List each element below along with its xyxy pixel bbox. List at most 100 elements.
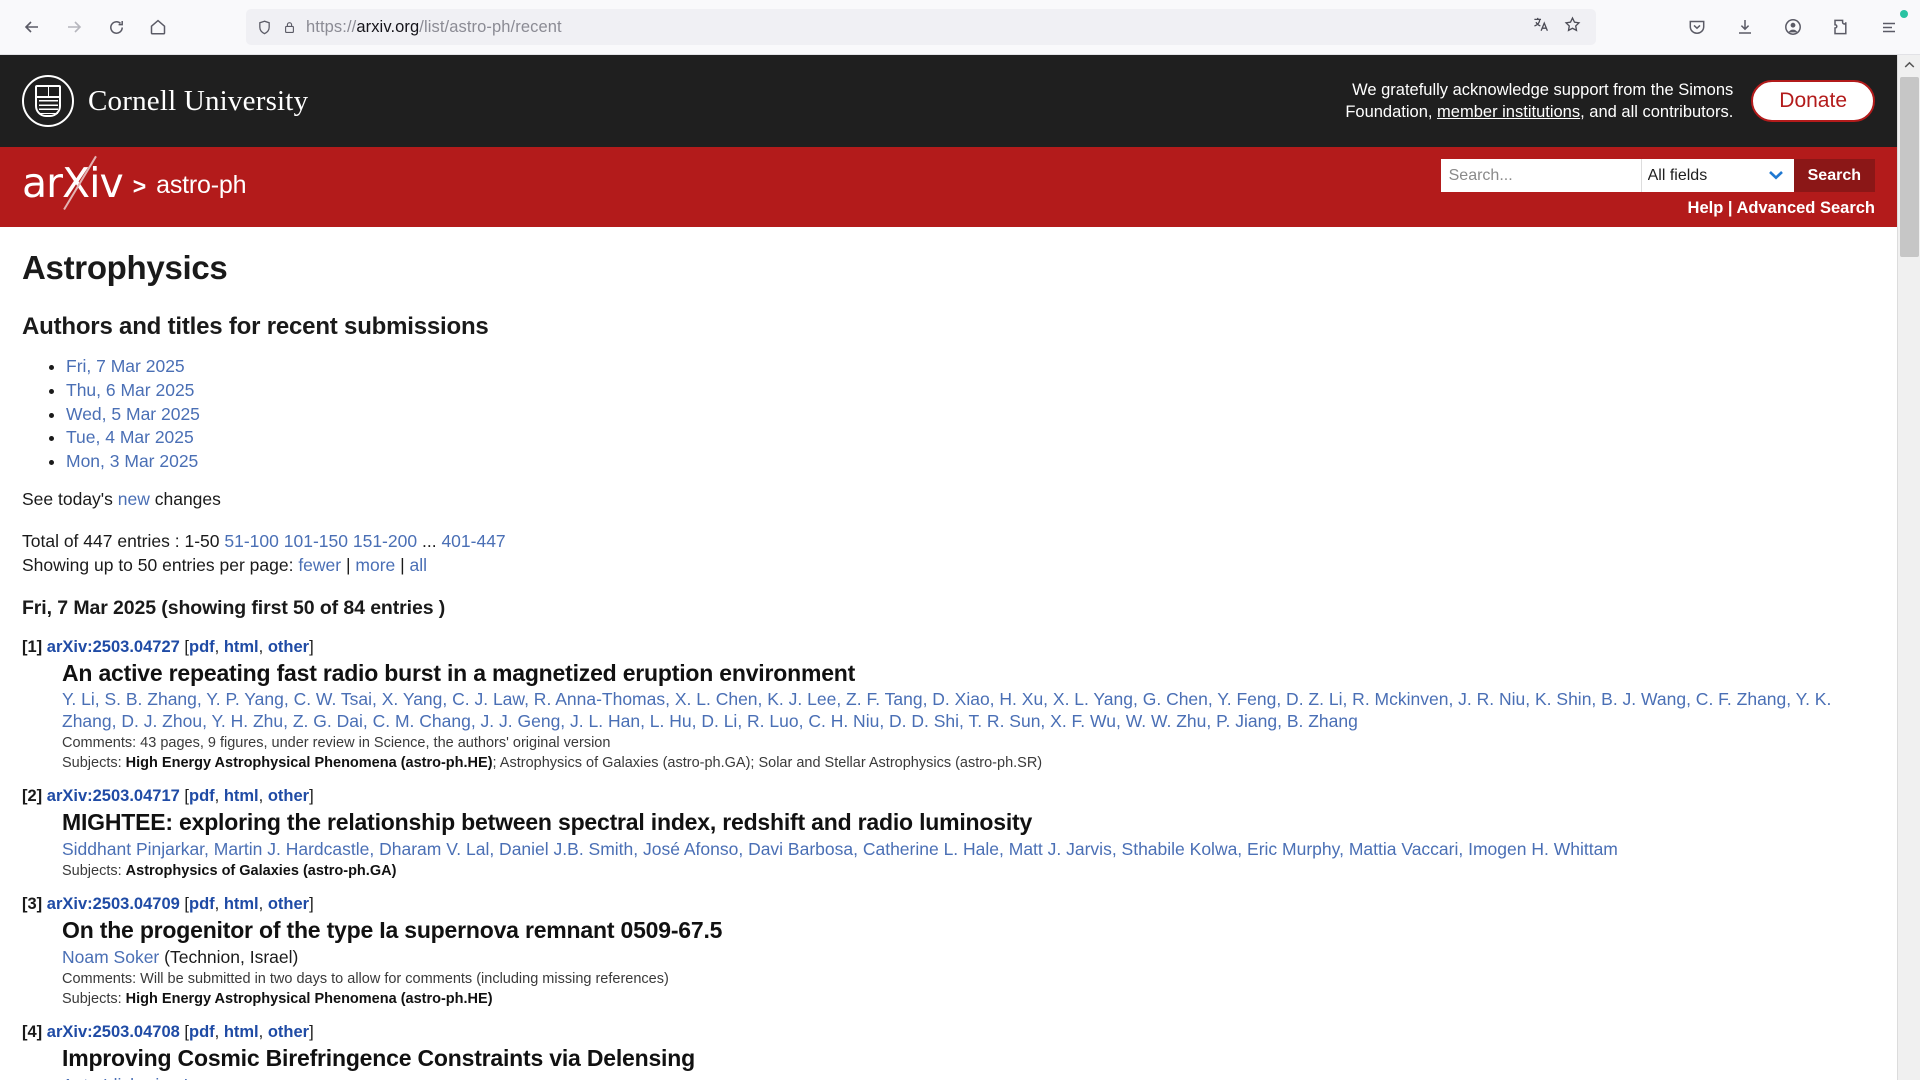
address-bar[interactable]: https://arxiv.org/list/astro-ph/recent [246,9,1596,45]
more-link[interactable]: more [355,555,395,575]
author-names[interactable]: Anto Idicherian Lonappan [62,1075,261,1080]
date-link[interactable]: Mon, 3 Mar 2025 [66,451,198,471]
entry-title[interactable]: MIGHTEE: exploring the relationship betw… [62,809,1875,837]
date-link[interactable]: Fri, 7 Mar 2025 [66,356,185,376]
entry-authors: Noam Soker (Technion, Israel) [62,947,1875,968]
scroll-up-arrow-icon[interactable] [1898,55,1920,75]
arxiv-id-link[interactable]: arXiv:2503.04727 [47,638,180,656]
list-item: Fri, 7 Mar 2025 [66,355,1875,379]
member-institutions-link[interactable]: member institutions [1437,103,1580,121]
download-icon[interactable] [1728,10,1762,44]
subjects-label: Subjects: [62,990,126,1007]
breadcrumb-separator: > [132,172,147,199]
other-link[interactable]: other [268,638,309,656]
pdf-link[interactable]: pdf [189,787,215,805]
range-link[interactable]: 151-200 [353,531,417,551]
list-item: [4] arXiv:2503.04708 [pdf, html, other] … [22,1023,1875,1080]
other-link[interactable]: other [268,787,309,805]
forward-arrow-icon[interactable] [56,9,92,45]
search-button[interactable]: Search [1793,159,1875,192]
range-link[interactable]: 51-100 [224,531,279,551]
search-field-select-wrapper: All fields [1640,159,1794,192]
new-changes-link[interactable]: new [118,489,150,509]
html-link[interactable]: html [224,1023,259,1041]
current-range: 1-50 [184,531,220,552]
arxiv-banner: arXiv > astro-ph All fields [0,147,1897,227]
entry-id-line: [2] arXiv:2503.04717 [pdf, html, other] [22,787,314,806]
primary-subject: High Energy Astrophysical Phenomena (ast… [125,755,493,772]
scrollbar-track[interactable] [1898,75,1920,1060]
secondary-subjects: ; Astrophysics of Galaxies (astro-ph.GA)… [492,755,1043,772]
date-link[interactable]: Wed, 5 Mar 2025 [66,404,200,424]
arxiv-id-link[interactable]: arXiv:2503.04709 [47,895,180,913]
translate-icon[interactable] [1532,15,1551,39]
arxiv-logo[interactable]: arXiv [22,155,124,211]
html-link[interactable]: html [224,638,259,656]
cornell-logo[interactable]: Cornell University [22,75,308,127]
see-new-changes-line: See today's new changes [22,488,1875,511]
breadcrumb-subject[interactable]: astro-ph [156,167,246,200]
range-link-last[interactable]: 401-447 [441,531,505,551]
help-link[interactable]: Help [1688,199,1724,217]
ack-suffix: , and all contributors. [1580,103,1734,121]
arxiv-brand: arXiv > astro-ph [22,147,246,211]
html-link[interactable]: html [224,895,259,913]
other-link[interactable]: other [268,1023,309,1041]
reload-icon[interactable] [98,9,134,45]
browser-toolbar: https://arxiv.org/list/astro-ph/recent [0,0,1920,55]
pdf-link[interactable]: pdf [189,895,215,913]
date-link[interactable]: Thu, 6 Mar 2025 [66,380,194,400]
perpage-prefix: Showing up to 50 entries per page: [22,554,299,575]
webpage: Cornell University We gratefully acknowl… [0,55,1897,1080]
list-item: [3] arXiv:2503.04709 [pdf, html, other] … [22,895,1875,1009]
advanced-search-link[interactable]: Advanced Search [1737,199,1875,217]
list-item: [1] arXiv:2503.04727 [pdf, html, other] … [22,638,1875,773]
entry-title[interactable]: On the progenitor of the type Ia superno… [62,917,1875,945]
bookmark-star-icon[interactable] [1563,15,1582,39]
search-field-select[interactable]: All fields [1640,159,1794,192]
arxiv-id-link[interactable]: arXiv:2503.04708 [47,1023,180,1041]
urlbar-icons [1532,15,1586,39]
entry-subjects: Subjects: Astrophysics of Galaxies (astr… [62,861,1875,881]
list-item: Tue, 4 Mar 2025 [66,426,1875,450]
url-scheme: https:// [306,17,357,36]
pdf-link[interactable]: pdf [189,638,215,656]
range-link[interactable]: 101-150 [284,531,348,551]
entry-comments: Comments: 43 pages, 9 figures, under rev… [62,735,611,752]
entry-authors: Anto Idicherian Lonappan [62,1075,1875,1080]
lock-icon[interactable] [282,20,297,35]
vertical-scrollbar[interactable] [1897,55,1920,1080]
account-icon[interactable] [1776,10,1810,44]
author-names[interactable]: Y. Li, S. B. Zhang, Y. P. Yang, C. W. Ts… [62,689,1831,730]
acknowledgment-block: We gratefully acknowledge support from t… [1263,79,1875,124]
html-link[interactable]: html [224,787,259,805]
all-link[interactable]: all [410,555,428,575]
fewer-link[interactable]: fewer [298,555,341,575]
search-form: All fields Search [1440,159,1875,192]
arxiv-id-link[interactable]: arXiv:2503.04717 [47,787,180,805]
back-arrow-icon[interactable] [14,9,50,45]
perpage-sep-2: | [395,554,410,575]
other-link[interactable]: other [268,895,309,913]
pdf-link[interactable]: pdf [189,1023,215,1041]
url-path: /list/astro-ph/recent [419,17,562,36]
home-icon[interactable] [140,9,176,45]
acknowledgment-text: We gratefully acknowledge support from t… [1263,79,1733,124]
scrollbar-thumb[interactable] [1900,77,1919,257]
author-names[interactable]: Siddhant Pinjarkar, Martin J. Hardcastle… [62,839,1618,859]
entry-title[interactable]: Improving Cosmic Birefringence Constrain… [62,1045,1875,1073]
list-item: Wed, 5 Mar 2025 [66,403,1875,427]
shield-icon[interactable] [256,19,273,36]
entry-title[interactable]: An active repeating fast radio burst in … [62,660,1875,688]
pocket-icon[interactable] [1680,10,1714,44]
donate-button[interactable]: Donate [1751,80,1875,122]
extensions-icon[interactable] [1824,10,1858,44]
totals-prefix: Total of 447 entries : [22,531,185,552]
date-link[interactable]: Tue, 4 Mar 2025 [66,427,194,447]
page-title: Astrophysics [22,249,228,286]
perpage-sep-1: | [341,554,356,575]
author-names[interactable]: Noam Soker [62,947,159,967]
search-help-links: Help | Advanced Search [1441,199,1875,218]
search-input[interactable] [1440,159,1641,192]
links-separator: | [1727,199,1733,217]
